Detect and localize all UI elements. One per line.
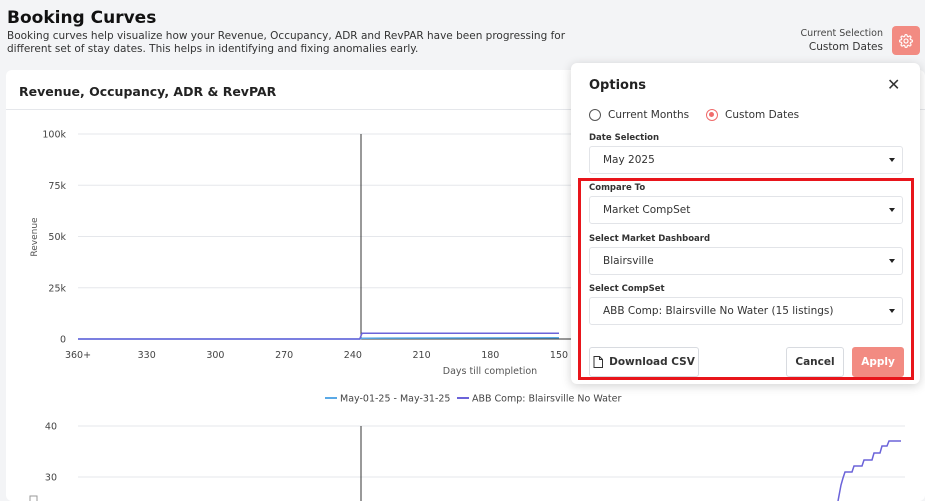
x-axis-title: Days till completion [443, 366, 537, 377]
options-title: Options [589, 78, 646, 93]
legend-label: ABB Comp: Blairsville No Water [472, 394, 621, 405]
y-axis-title: Revenue [30, 217, 40, 257]
radio-current-months-label: Current Months [608, 109, 690, 121]
series-line [837, 440, 901, 501]
x-tick-label: 300 [206, 350, 224, 361]
y-tick-label: 75k [48, 181, 66, 192]
radio-circle-icon [589, 109, 601, 121]
radio-custom-dates-label: Custom Dates [725, 109, 800, 121]
x-tick-label: 150 [550, 350, 568, 361]
y-tick-label: 50k [48, 232, 66, 243]
radio-current-months[interactable]: Current Months [589, 109, 689, 121]
highlight-box [578, 178, 914, 380]
date-selection-label: Date Selection [589, 133, 660, 143]
radio-custom-dates[interactable]: Custom Dates [706, 109, 799, 121]
caret-down-icon [889, 158, 895, 162]
x-tick-label: 330 [138, 350, 156, 361]
y-tick-label: 25k [48, 283, 66, 294]
x-tick-label: 270 [275, 350, 293, 361]
y-tick-label: 30 [45, 473, 57, 484]
y-tick-label: 40 [45, 422, 57, 433]
x-tick-label: 180 [481, 350, 499, 361]
radio-checked-icon [706, 109, 718, 121]
x-tick-label: 240 [344, 350, 362, 361]
date-selection-select[interactable]: May 2025 [589, 146, 903, 174]
x-tick-label: 210 [413, 350, 431, 361]
options-panel: Options ✕ Current Months Custom Dates Da… [571, 63, 920, 384]
date-selection-value: May 2025 [603, 154, 655, 166]
y-tick-label: 100k [42, 130, 66, 141]
y-tick-label: 0 [60, 335, 66, 346]
y-axis-title-fragment [29, 495, 38, 501]
x-tick-label: 360+ [65, 350, 91, 361]
close-icon[interactable]: ✕ [887, 77, 900, 93]
legend-label: May-01-25 - May-31-25 [340, 394, 450, 405]
